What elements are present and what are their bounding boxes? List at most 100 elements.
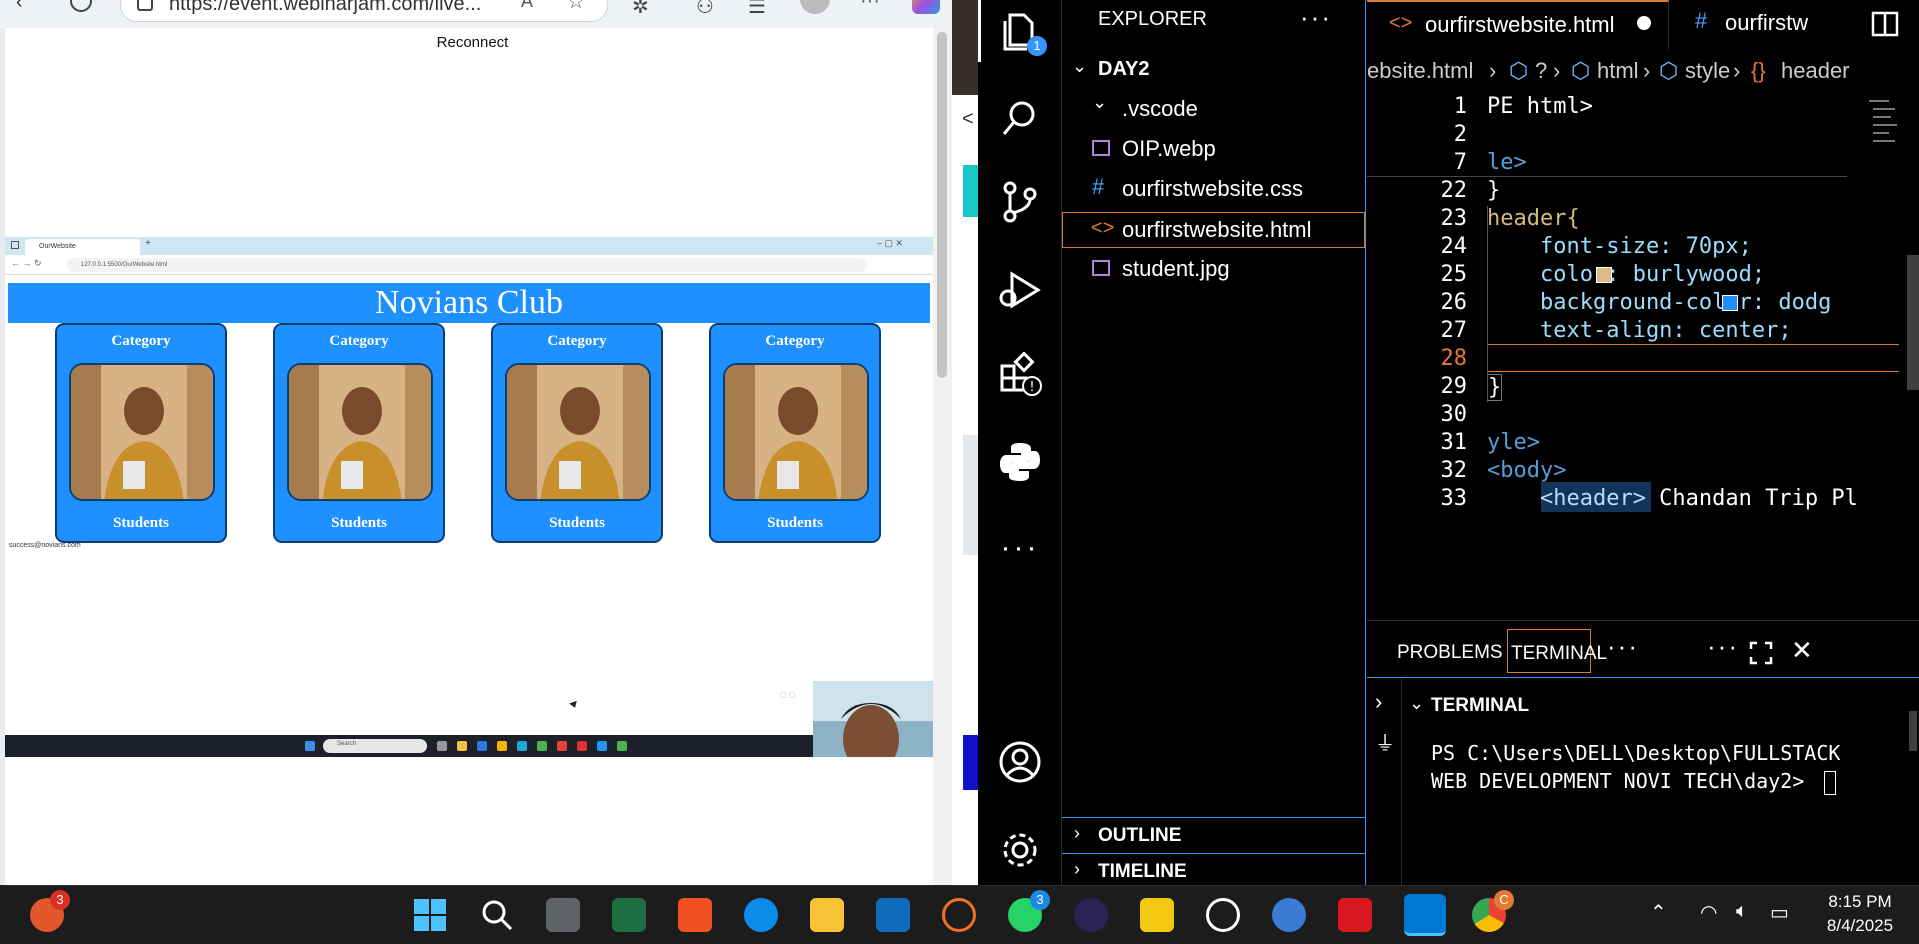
file-row[interactable]: student.jpg xyxy=(1062,252,1365,286)
breadcrumb-doctype[interactable]: ? xyxy=(1535,58,1547,84)
editor-scrollbar-thumb[interactable] xyxy=(1907,255,1919,390)
search-activity[interactable] xyxy=(978,88,1062,148)
code-editor[interactable]: 1 PE html> 2 7 le> 22 } 23 header{ 24 fo… xyxy=(1367,94,1919,620)
browser-scrollbar-thumb[interactable] xyxy=(937,32,947,378)
breadcrumb-html[interactable]: html xyxy=(1597,58,1639,84)
store-icon[interactable] xyxy=(678,898,712,932)
explorer-activity[interactable]: 1 xyxy=(978,0,1062,62)
translate-icon[interactable] xyxy=(1272,898,1306,932)
more-icon[interactable]: ··· xyxy=(860,0,880,13)
file-row[interactable]: OIP.webp xyxy=(1062,132,1365,166)
chevron-right-icon[interactable]: › xyxy=(1375,689,1382,715)
read-aloud-icon[interactable]: A xyxy=(521,0,533,12)
site-info-icon[interactable] xyxy=(137,0,153,11)
start-icon[interactable] xyxy=(413,898,447,932)
tab-problems[interactable]: PROBLEMS xyxy=(1397,642,1503,664)
edge-icon[interactable] xyxy=(744,898,778,932)
file-row-active[interactable]: <> ourfirstwebsite.html xyxy=(1062,212,1365,248)
maximize-panel-icon[interactable] xyxy=(1749,641,1773,665)
clock-time[interactable]: 8:15 PM xyxy=(1810,892,1910,912)
manage-activity[interactable] xyxy=(978,820,1062,880)
volume-icon[interactable]: 🔈︎ xyxy=(1736,900,1748,923)
accounts-activity[interactable] xyxy=(978,732,1062,792)
site-header: Novians Club xyxy=(8,283,930,323)
code-line: } xyxy=(1487,178,1501,203)
search-icon[interactable] xyxy=(480,898,514,932)
hash-icon: # xyxy=(1092,174,1105,199)
wifi-icon[interactable]: ◠ xyxy=(1700,900,1717,925)
file-row[interactable]: # ourfirstwebsite.css xyxy=(1062,172,1365,206)
split-editor-icon[interactable] xyxy=(1871,10,1899,38)
more-views-icon[interactable]: ··· xyxy=(978,518,1062,578)
minimap[interactable] xyxy=(1867,94,1907,164)
battery-icon[interactable]: ▭ xyxy=(1770,900,1789,925)
code-line: text-align: center; xyxy=(1487,318,1792,343)
line-number: 1 xyxy=(1453,94,1467,119)
line-number: 28 xyxy=(1440,346,1468,371)
close-panel-icon[interactable]: ✕ xyxy=(1791,635,1813,666)
chatgpt-icon[interactable] xyxy=(1206,898,1240,932)
excel-icon[interactable] xyxy=(612,898,646,932)
widgets-badge: 3 xyxy=(50,890,70,910)
mini-app-icon xyxy=(457,741,467,751)
run-debug-activity[interactable] xyxy=(978,260,1062,320)
explorer-more-icon[interactable]: ··· xyxy=(1300,2,1332,33)
split-screen-icon[interactable]: ⚇ xyxy=(696,0,714,19)
new-tab-icon: + xyxy=(145,238,151,249)
panel-actions-icon[interactable]: ··· xyxy=(1707,631,1739,662)
browser-toolbar: ‹ https://event.webinarjam.com/live... A… xyxy=(0,0,952,28)
run-debug-icon xyxy=(999,271,1041,309)
shared-address-bar: 127.0.0.1:5500/OurWebsite.html xyxy=(67,258,867,272)
unsaved-dot-icon[interactable] xyxy=(1637,16,1651,30)
eclipse-icon[interactable] xyxy=(1074,898,1108,932)
shared-browser-tabstrip: OurWebsite + – ▢ ✕ xyxy=(5,237,933,255)
source-control-activity[interactable] xyxy=(978,172,1062,232)
terminal-line: PS C:\Users\DELL\Desktop\FULLSTACK xyxy=(1431,741,1841,765)
wps-icon[interactable] xyxy=(1338,898,1372,932)
timeline-section[interactable]: › TIMELINE xyxy=(1062,853,1365,885)
breadcrumb-file[interactable]: ebsite.html xyxy=(1367,58,1473,84)
extensions-activity[interactable]: ! xyxy=(978,344,1062,404)
python-activity[interactable] xyxy=(978,432,1062,492)
copilot-icon[interactable] xyxy=(912,0,940,14)
favorites-icon[interactable]: ☰ xyxy=(748,0,766,19)
dodgerblue-swatch[interactable] xyxy=(1722,295,1738,311)
profile-avatar[interactable] xyxy=(800,0,830,14)
favorite-star-icon[interactable]: ☆ xyxy=(567,0,585,14)
breadcrumb-style[interactable]: style xyxy=(1685,58,1730,84)
card-title: Category xyxy=(111,333,171,349)
indent-guide xyxy=(1487,206,1488,402)
clock-date[interactable]: 8/4/2025 xyxy=(1810,916,1910,936)
chevron-up-icon[interactable]: ⌃ xyxy=(1650,900,1667,925)
student-photo xyxy=(723,363,869,501)
plug-icon[interactable]: ⏚ xyxy=(1375,727,1395,756)
extensions-icon[interactable]: ✲ xyxy=(632,0,649,19)
shared-nav-icons: ← → ↻ xyxy=(11,258,42,268)
panel-more-icon[interactable]: ··· xyxy=(1607,631,1639,662)
terminal-output[interactable]: PS C:\Users\DELL\Desktop\FULLSTACK WEB D… xyxy=(1431,741,1919,795)
burlywood-swatch[interactable] xyxy=(1596,267,1612,283)
vscode-taskbar-icon[interactable] xyxy=(1404,894,1446,936)
tab-ourfirstwebsite-css[interactable]: # ourfirstw xyxy=(1669,0,1839,49)
file-row[interactable]: ⌄ .vscode xyxy=(1062,92,1365,126)
back-icon[interactable]: ‹ xyxy=(16,0,23,12)
jupyter-icon[interactable] xyxy=(942,898,976,932)
line-number: 26 xyxy=(1440,290,1468,315)
tab-terminal[interactable]: TERMINAL xyxy=(1507,629,1607,673)
chevron-down-icon[interactable]: ⌄ xyxy=(1409,693,1424,714)
file-explorer-icon[interactable] xyxy=(810,898,844,932)
address-bar[interactable]: https://event.webinarjam.com/live... A ☆ xyxy=(120,0,608,22)
tab-ourfirstwebsite-html[interactable]: <> ourfirstwebsite.html xyxy=(1367,0,1669,49)
explorer-sidebar: EXPLORER ··· ⌄ DAY2 ⌄ .vscode OIP.webp #… xyxy=(1062,0,1366,885)
power-bi-icon[interactable] xyxy=(1140,898,1174,932)
task-view-icon[interactable] xyxy=(546,898,580,932)
outlook-icon[interactable] xyxy=(876,898,910,932)
terminal-scrollbar[interactable] xyxy=(1909,711,1917,751)
breadcrumb-header[interactable]: header xyxy=(1781,58,1850,84)
folder-row[interactable]: ⌄ DAY2 xyxy=(1062,54,1365,88)
outline-section[interactable]: › OUTLINE xyxy=(1062,817,1365,853)
file-name: OIP.webp xyxy=(1122,136,1216,161)
activity-bar: 1 ! ··· xyxy=(978,0,1062,885)
refresh-icon[interactable] xyxy=(70,0,92,12)
reconnect-label[interactable]: Reconnect xyxy=(419,31,526,55)
